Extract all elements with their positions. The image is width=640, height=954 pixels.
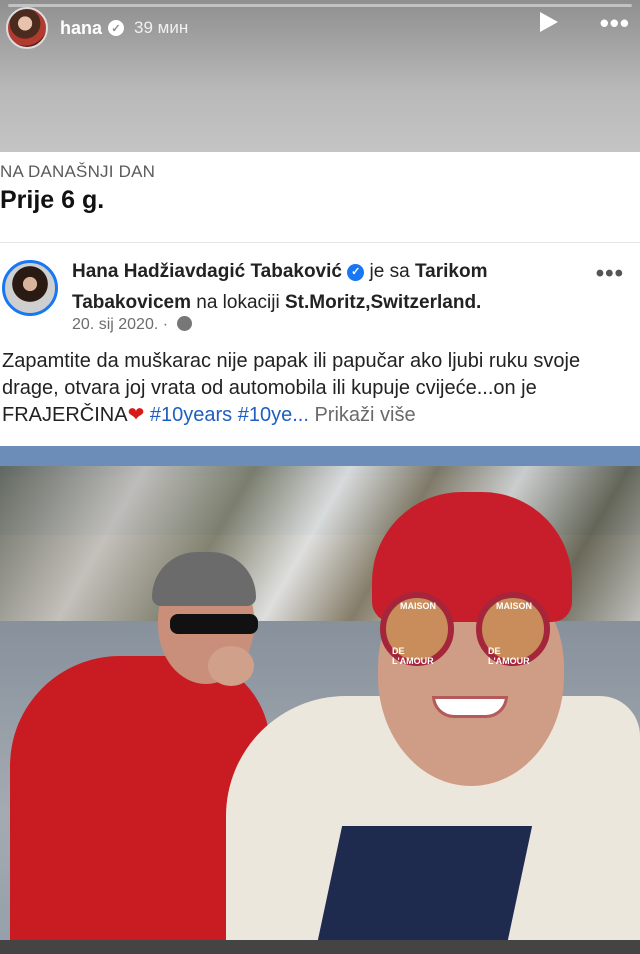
post-hashtags[interactable]: #10years #10ye... (150, 404, 309, 426)
man-sunglasses (170, 614, 258, 634)
post-meta: 20. sij 2020. · (72, 316, 192, 334)
story-bottom-edge (0, 940, 640, 954)
smile (432, 696, 508, 718)
story-time: 39 мин (134, 18, 189, 37)
globe-icon (176, 316, 192, 331)
post-author[interactable]: Hana Hadžiavdagić Tabaković (72, 261, 342, 282)
divider (0, 242, 640, 243)
verified-icon: ✓ (108, 20, 125, 36)
see-more-link[interactable]: Prikaži više (314, 404, 415, 426)
memory-card: NA DANAŠNJI DAN Prije 6 g. Hana Hadžiavd… (0, 152, 640, 940)
post-avatar[interactable] (2, 260, 58, 316)
verified-icon: ✓ (347, 264, 365, 281)
post-date[interactable]: 20. sij 2020. · (72, 316, 168, 333)
post-text: Zapamtite da muškarac nije papak ili pap… (2, 348, 632, 429)
memory-title: Prije 6 g. (0, 186, 105, 214)
lens-top-text: MAISON (400, 601, 436, 611)
post-header: Hana Hadžiavdagić Tabaković ✓ je sa Tari… (72, 256, 592, 318)
more-icon[interactable]: ••• (600, 8, 630, 39)
sunglasses-right-lens: MAISON DE L'AMOUR (476, 592, 550, 666)
with-text: je sa (369, 261, 410, 282)
hand (208, 646, 254, 686)
lens-bottom-text: DE L'AMOUR (488, 646, 530, 666)
post-photo[interactable]: MAISON DE L'AMOUR MAISON DE L'AMOUR (0, 446, 640, 940)
lens-bottom-text: DE L'AMOUR (392, 646, 434, 666)
sunglasses-left-lens: MAISON DE L'AMOUR (380, 592, 454, 666)
story-username[interactable]: hana (60, 18, 102, 39)
play-icon[interactable] (540, 12, 558, 32)
lens-top-text: MAISON (496, 601, 532, 611)
memory-label: NA DANAŠNJI DAN (0, 162, 156, 181)
post-location[interactable]: St.Moritz,Switzerland. (285, 292, 481, 313)
sweater-pattern (317, 826, 533, 940)
story-avatar[interactable] (6, 7, 48, 49)
location-text: na lokaciji (196, 292, 280, 313)
heart-icon: ❤ (127, 404, 145, 426)
post-more-icon[interactable]: ••• (596, 260, 624, 288)
